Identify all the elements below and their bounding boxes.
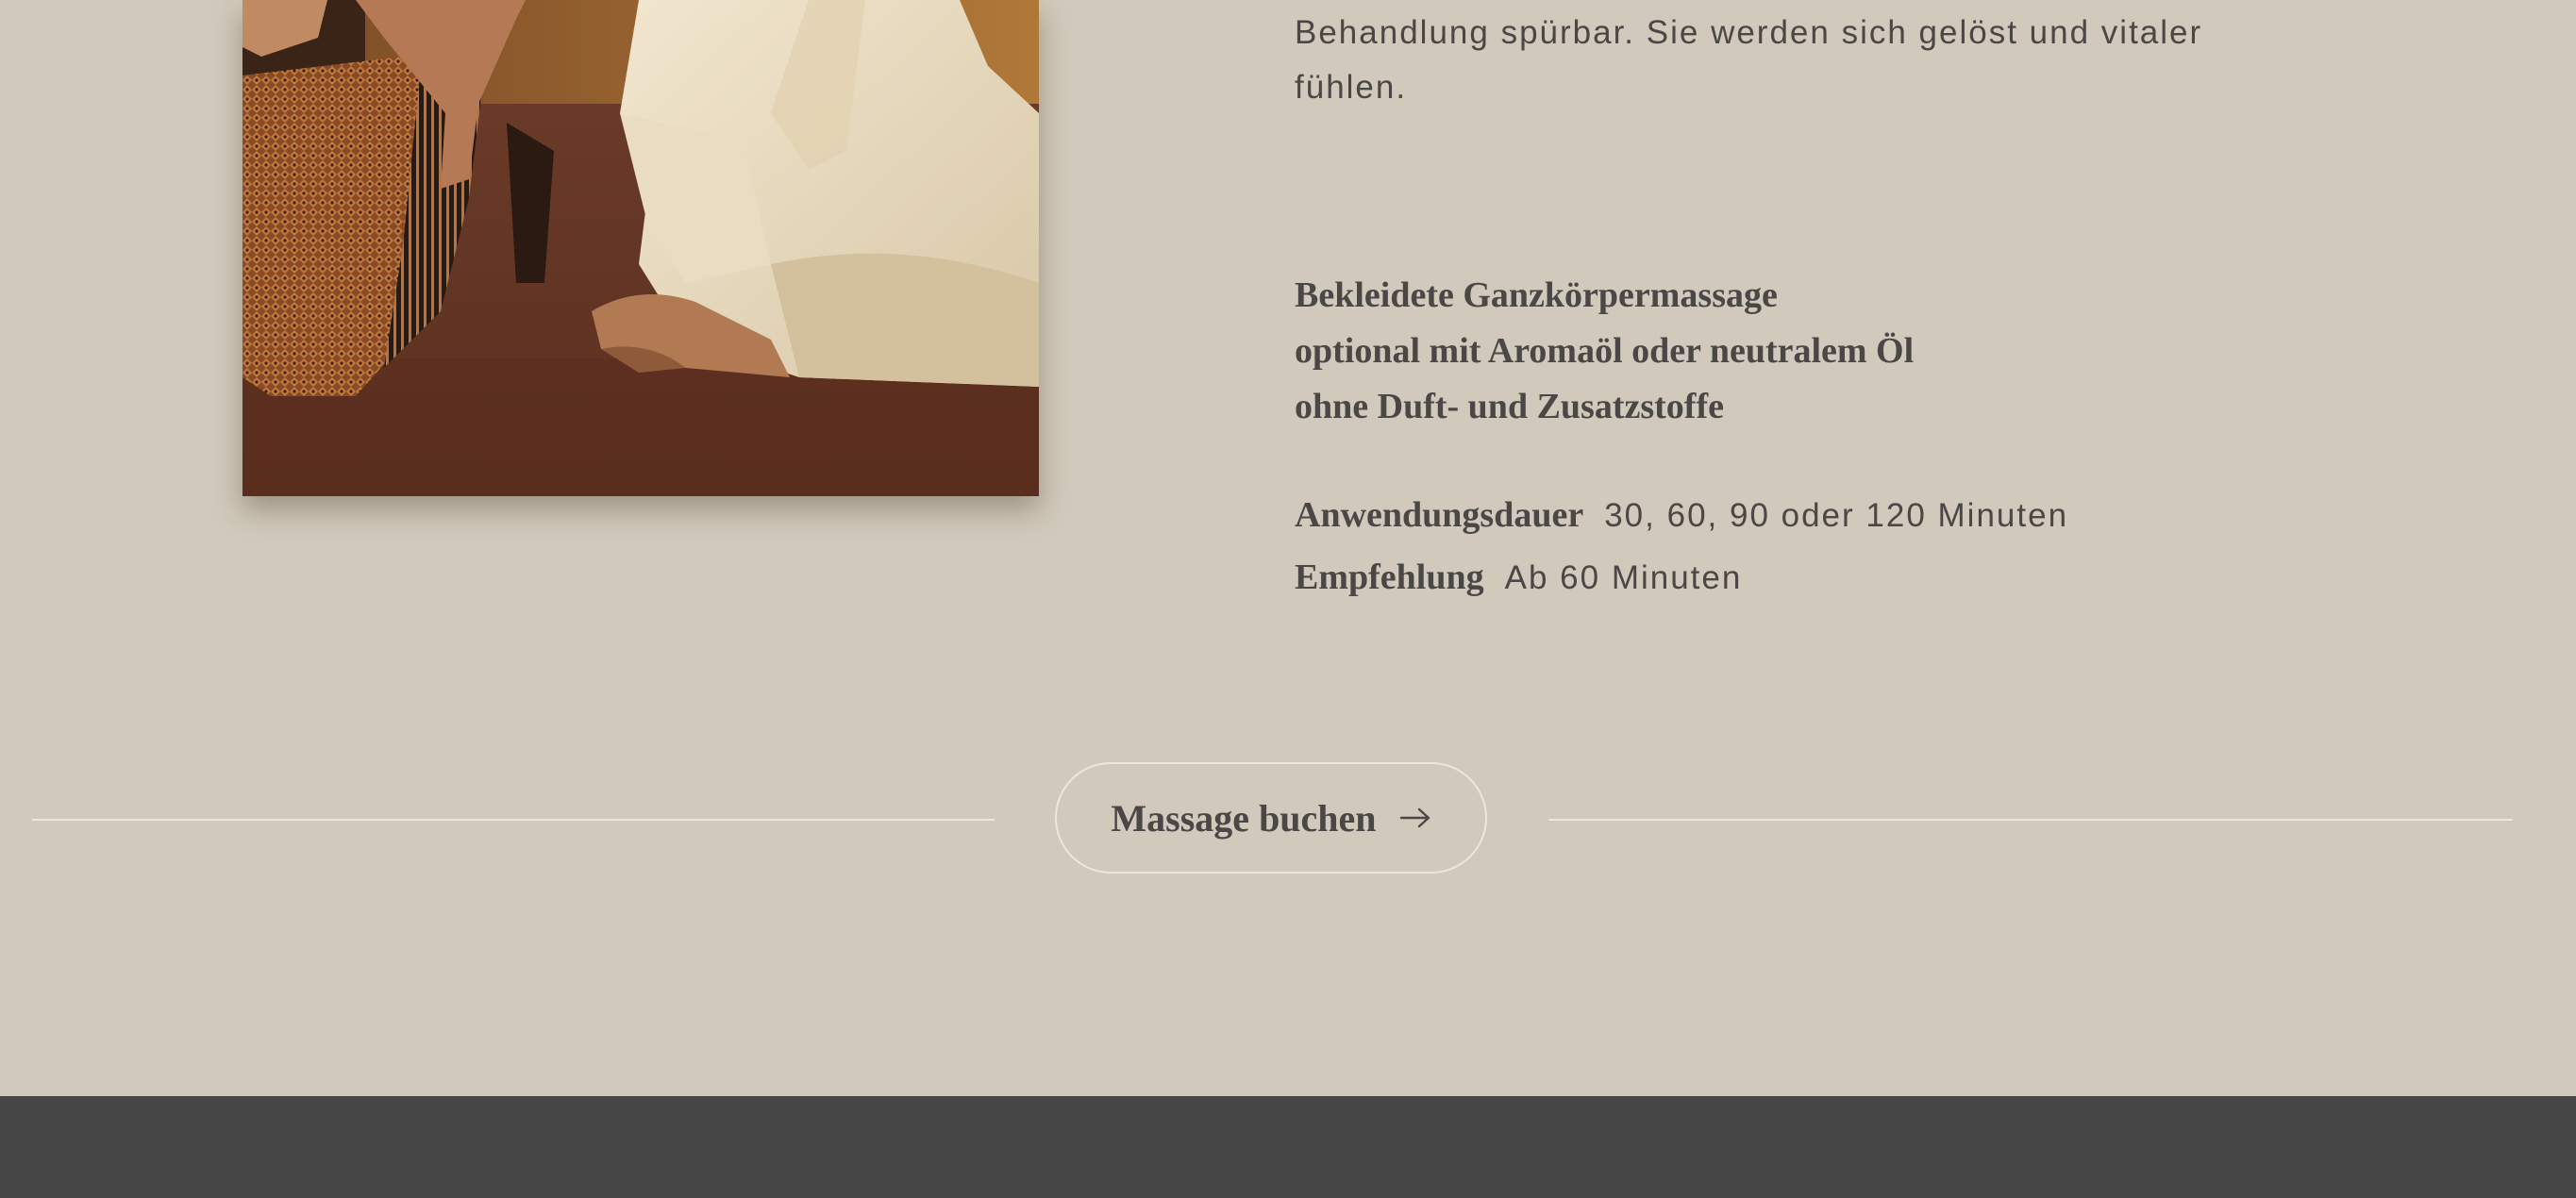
divider-left <box>32 819 995 821</box>
spec-list: Anwendungsdauer 30, 60, 90 oder 120 Minut… <box>1295 488 2068 612</box>
spec-recommendation-label: Empfehlung <box>1295 557 1484 597</box>
massage-photo <box>243 0 1039 496</box>
spec-recommendation-value: Ab 60 Minuten <box>1504 559 1743 596</box>
spec-duration-value: 30, 60, 90 oder 120 Minuten <box>1604 497 2069 534</box>
feature-list: Bekleidete Ganzkörpermassage optional mi… <box>1295 268 1914 435</box>
massage-photo-illustration <box>243 0 1039 496</box>
treatment-description: Behandlung spürbar. Sie werden sich gelö… <box>1295 0 2276 597</box>
divider-right <box>1548 819 2513 821</box>
book-massage-button[interactable]: Massage buchen <box>1055 762 1487 874</box>
footer <box>0 1096 2576 1198</box>
feature-item: optional mit Aromaöl oder neutralem Öl <box>1295 331 1915 371</box>
spec-duration-label: Anwendungsdauer <box>1295 495 1584 535</box>
description-line-2: fühlen. <box>1295 69 1408 106</box>
book-massage-label: Massage buchen <box>1111 796 1377 840</box>
arrow-right-icon <box>1399 807 1430 828</box>
feature-item: Bekleidete Ganzkörpermassage <box>1295 275 1778 315</box>
spec-duration: Anwendungsdauer 30, 60, 90 oder 120 Minut… <box>1295 488 2068 550</box>
page: Behandlung spürbar. Sie werden sich gelö… <box>0 0 2576 1198</box>
spec-recommendation: Empfehlung Ab 60 Minuten <box>1295 550 2068 612</box>
feature-item: ohne Duft- und Zusatzstoffe <box>1295 387 1724 426</box>
description-line-1: Behandlung spürbar. Sie werden sich gelö… <box>1295 14 2203 51</box>
description-text: Behandlung spürbar. Sie werden sich gelö… <box>1295 6 2276 115</box>
booking-cta-row: Massage buchen <box>0 762 2576 877</box>
